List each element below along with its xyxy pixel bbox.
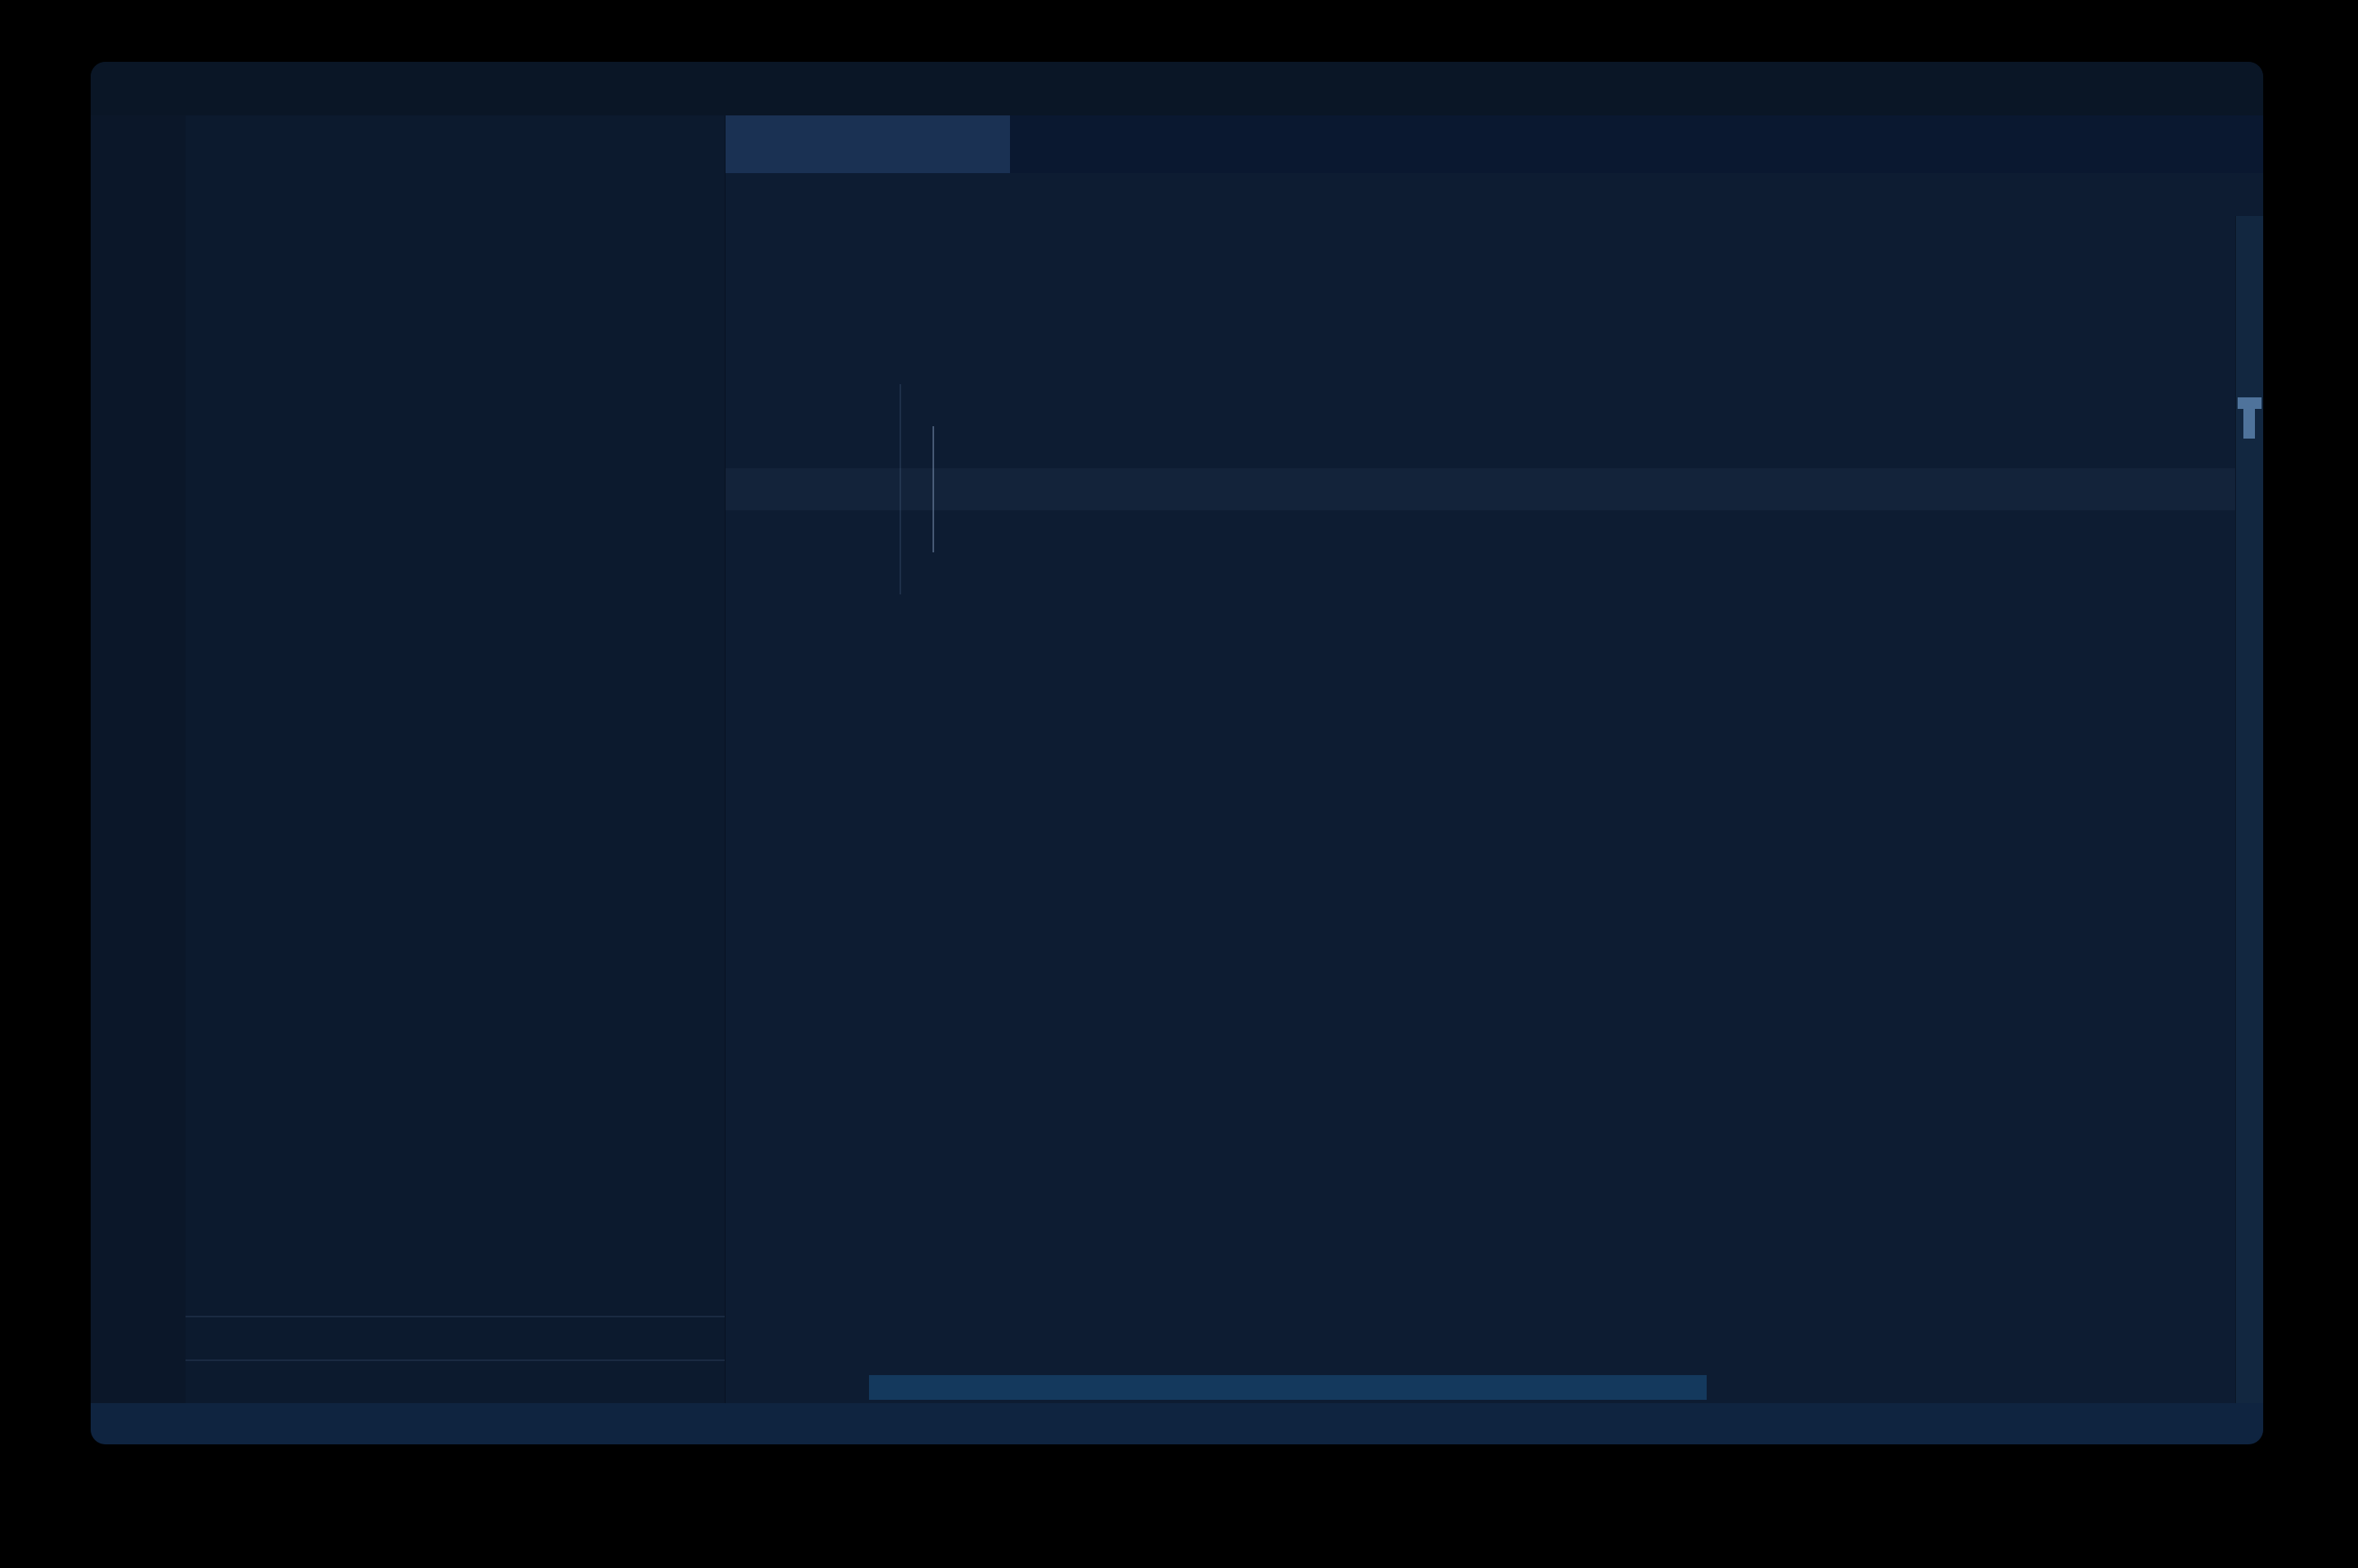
explorer-sidebar — [186, 115, 726, 1403]
indent-guide — [900, 384, 901, 594]
workbench — [91, 115, 2263, 1403]
sidebar-header — [186, 115, 725, 173]
outline-section-header[interactable] — [186, 1316, 725, 1359]
activity-bar — [91, 115, 186, 1403]
title-bar[interactable] — [91, 62, 2263, 115]
overview-ruler[interactable] — [2235, 216, 2263, 1403]
current-line-highlight — [726, 468, 2235, 510]
status-bar — [91, 1403, 2263, 1444]
file-tree — [186, 173, 725, 1316]
tab-index-tsx[interactable] — [726, 115, 1010, 173]
desktop: { "window": { "title": "index.tsx — pnpm… — [0, 0, 2358, 1568]
breadcrumb — [726, 173, 2263, 216]
vscode-window — [91, 62, 2263, 1444]
overview-ruler-marker — [2238, 397, 2262, 409]
tab-bar — [726, 115, 2263, 173]
overview-ruler-marker — [2243, 409, 2255, 439]
minimize-window-button[interactable] — [148, 78, 167, 98]
window-controls — [114, 78, 201, 98]
horizontal-scrollbar[interactable] — [869, 1375, 1707, 1400]
close-window-button[interactable] — [114, 78, 134, 98]
maximize-window-button[interactable] — [181, 78, 201, 98]
editor-group — [726, 115, 2263, 1403]
timeline-section-header[interactable] — [186, 1359, 725, 1403]
indent-guide-active — [932, 426, 934, 552]
code-editor[interactable] — [726, 216, 2263, 1403]
